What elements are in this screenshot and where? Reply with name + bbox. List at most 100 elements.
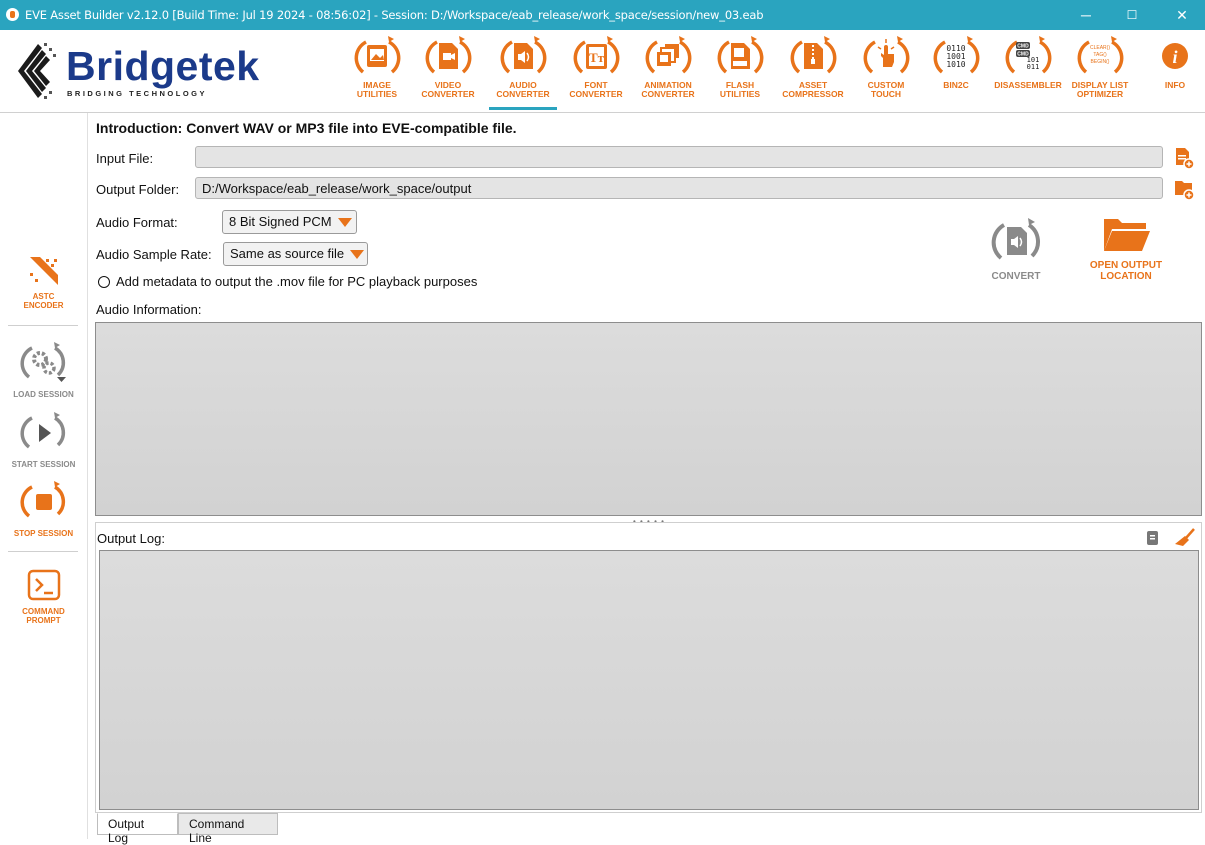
open-output-button[interactable]: OPEN OUTPUT LOCATION: [1083, 215, 1169, 282]
terminal-icon: [27, 569, 60, 601]
opt-text: TAG(): [1093, 52, 1107, 58]
tool-disassembler[interactable]: CMD CMD 101 011 DISASSEMBLER: [994, 34, 1062, 108]
tool-custom-touch[interactable]: CUSTOM TOUCH: [854, 34, 918, 108]
tool-label: UTILITIES: [719, 89, 761, 99]
stop-session-button[interactable]: STOP SESSION: [0, 480, 87, 538]
sample-rate-label: Audio Sample Rate:: [96, 247, 212, 262]
rail-label: PROMPT: [26, 616, 61, 625]
brand-name: Bridgetek: [66, 43, 260, 89]
output-log-panel: [99, 550, 1199, 810]
tool-label: DISASSEMBLER: [994, 80, 1062, 90]
tool-font-converter[interactable]: Tт FONT CONVERTER: [564, 34, 628, 108]
opt-text: CLEAR(): [1090, 45, 1110, 51]
tool-asset-compressor[interactable]: ASSET COMPRESSOR: [781, 34, 845, 108]
output-folder-field[interactable]: D:/Workspace/eab_release/work_space/outp…: [195, 177, 1163, 199]
tool-label: OPTIMIZER: [1076, 89, 1124, 99]
sample-rate-value: Same as source file: [230, 246, 345, 261]
rail-label: COMMAND: [22, 607, 65, 616]
tool-flash-utilities[interactable]: FLASH UTILITIES: [708, 34, 772, 108]
load-session-button[interactable]: LOAD SESSION: [0, 341, 87, 399]
tab-output-log[interactable]: Output Log: [97, 813, 178, 845]
dropdown-arrow-icon: [337, 218, 352, 228]
maximize-button[interactable]: ☐: [1109, 0, 1155, 30]
sample-rate-select[interactable]: Same as source file: [223, 242, 368, 266]
audio-info-panel: [95, 322, 1202, 516]
open-output-label: LOCATION: [1100, 271, 1152, 282]
tab-command-line[interactable]: Command Line: [178, 813, 278, 845]
audio-info-label: Audio Information:: [96, 302, 202, 317]
tool-label: INFO: [1164, 80, 1186, 90]
opt-text: BEGIN(): [1091, 59, 1110, 65]
binary-icon: 0110 1001 1010: [933, 36, 980, 74]
left-rail: ASTC ENCODER LOAD SESSION START SESSION S…: [0, 113, 88, 839]
title-bar: EVE Asset Builder v2.12.0 [Build Time: J…: [0, 0, 1205, 30]
tool-label: COMPRESSOR: [782, 89, 844, 99]
rail-label: LOAD SESSION: [13, 390, 74, 399]
tool-video-converter[interactable]: VIDEO CONVERTER: [416, 34, 480, 108]
dropdown-arrow-icon: [350, 250, 365, 260]
divider: [8, 325, 78, 326]
divider: [8, 551, 78, 552]
cmd-text: 011: [1027, 63, 1040, 71]
tool-label: BIN2C: [943, 80, 969, 90]
tool-info[interactable]: i INFO: [1143, 34, 1205, 108]
rail-label: STOP SESSION: [13, 529, 74, 538]
folder-open-icon: [1104, 219, 1150, 251]
video-icon: [425, 36, 472, 74]
tool-display-list-optimizer[interactable]: CLEAR() TAG() BEGIN() DISPLAY LIST OPTIMI…: [1068, 34, 1132, 108]
app-icon: [6, 8, 19, 21]
image-icon: [354, 36, 401, 74]
metadata-radio[interactable]: [98, 276, 110, 288]
window-title: EVE Asset Builder v2.12.0 [Build Time: J…: [25, 8, 764, 22]
brand-tagline: BRIDGING TECHNOLOGY: [67, 89, 208, 98]
rail-label: ASTC: [32, 292, 55, 301]
bin-line: 1010: [946, 60, 965, 69]
page-title: Introduction: Convert WAV or MP3 file in…: [96, 120, 517, 136]
copy-icon[interactable]: [1145, 530, 1161, 546]
bridgetek-logo-icon: [18, 43, 56, 99]
clear-log-icon[interactable]: [1174, 528, 1196, 548]
convert-label: CONVERT: [991, 271, 1041, 282]
optimizer-icon: CLEAR() TAG() BEGIN(): [1077, 36, 1124, 74]
tool-label: CONVERTER: [496, 89, 550, 99]
start-session-button[interactable]: START SESSION: [0, 411, 87, 469]
rail-label: START SESSION: [11, 460, 76, 469]
output-folder-label: Output Folder:: [96, 182, 180, 197]
stop-icon: [19, 481, 65, 518]
tool-label: CONVERTER: [421, 89, 475, 99]
touch-icon: [863, 36, 910, 74]
toolbar: Bridgetek BRIDGING TECHNOLOGY IMAGE UTILI…: [0, 30, 1205, 113]
tool-audio-converter[interactable]: AUDIO CONVERTER: [489, 34, 557, 110]
astc-encoder-button[interactable]: ASTC ENCODER: [0, 255, 87, 310]
audio-format-label: Audio Format:: [96, 215, 178, 230]
play-icon: [19, 412, 65, 449]
cmd-text: CMD: [1017, 44, 1029, 50]
svg-text:i: i: [1172, 47, 1177, 67]
minimize-button[interactable]: ─: [1063, 0, 1109, 30]
disassembler-icon: CMD CMD 101 011: [1005, 36, 1052, 74]
convert-button[interactable]: CONVERT: [983, 216, 1049, 282]
tool-label: TOUCH: [870, 89, 902, 99]
animation-icon: [645, 36, 692, 74]
tool-bin2c[interactable]: 0110 1001 1010 BIN2C: [924, 34, 988, 108]
astc-icon: [29, 257, 58, 285]
input-file-label: Input File:: [96, 151, 154, 166]
info-icon: i: [1162, 43, 1188, 69]
audio-icon: [500, 36, 547, 74]
output-log-label: Output Log:: [97, 531, 165, 546]
command-prompt-button[interactable]: COMMAND PROMPT: [0, 568, 87, 625]
convert-icon: [991, 218, 1040, 260]
tool-image-utilities[interactable]: IMAGE UTILITIES: [345, 34, 409, 108]
compress-icon: [790, 36, 837, 74]
audio-format-select[interactable]: 8 Bit Signed PCM: [222, 210, 357, 234]
browse-file-icon[interactable]: [1173, 146, 1195, 170]
tool-animation-converter[interactable]: ANIMATION CONVERTER: [636, 34, 700, 108]
input-file-field[interactable]: [195, 146, 1163, 168]
close-button[interactable]: ✕: [1159, 0, 1205, 30]
rail-label: ENCODER: [23, 301, 64, 310]
flash-icon: [717, 36, 764, 74]
tool-label: UTILITIES: [356, 89, 398, 99]
browse-folder-icon[interactable]: [1173, 177, 1195, 201]
svg-text:Tт: Tт: [589, 50, 605, 65]
tool-label: CONVERTER: [569, 89, 623, 99]
